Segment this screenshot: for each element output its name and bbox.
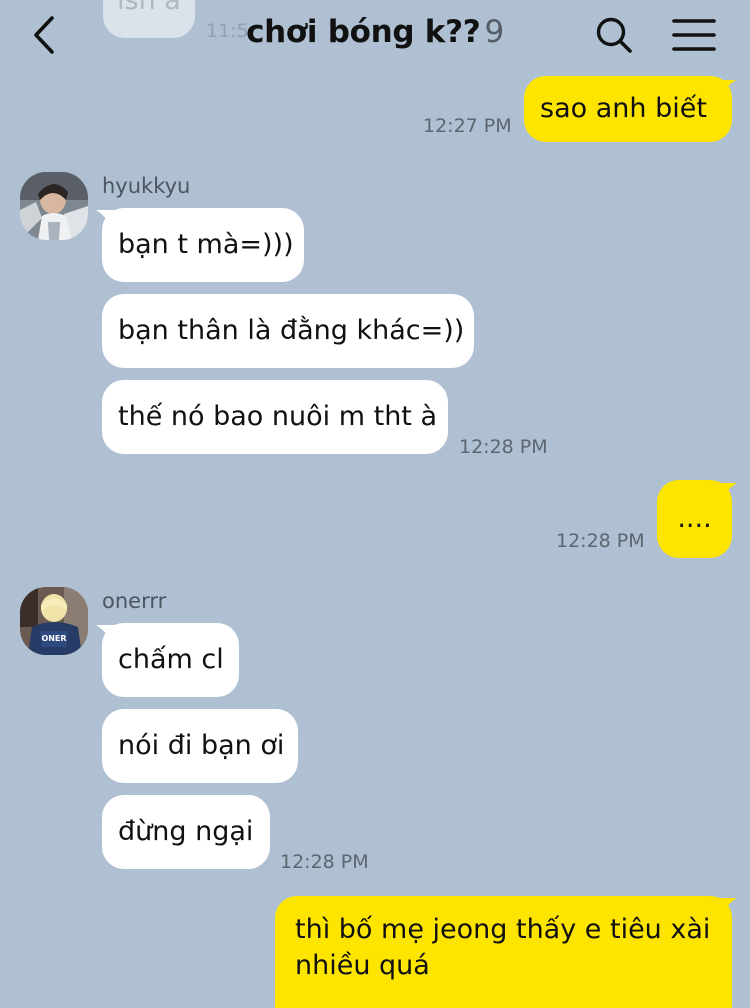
message-text: nói đi bạn ơi xyxy=(118,730,285,761)
message-text: sao anh biết xyxy=(540,93,707,124)
message-text: đừng ngại xyxy=(118,816,254,847)
message-text: .... xyxy=(677,503,712,534)
avatar-hyukkyu[interactable] xyxy=(20,172,88,240)
jersey-text: ONER xyxy=(41,634,66,643)
message-bubble-outgoing[interactable]: sao anh biết xyxy=(524,76,732,142)
sender-name: onerrr xyxy=(102,589,167,613)
message-bubble-incoming[interactable]: nói đi bạn ơi xyxy=(102,709,298,783)
chevron-left-icon xyxy=(34,16,54,54)
message-text: bạn thân là đằng khác=)) xyxy=(118,315,465,346)
message-bubble-incoming[interactable]: bạn thân là đằng khác=)) xyxy=(102,294,474,368)
menu-button[interactable] xyxy=(670,12,718,58)
message-time: 12:27 PM xyxy=(423,115,512,137)
message-time: 12:28 PM xyxy=(459,436,548,458)
message-text: bạn t mà=))) xyxy=(118,229,294,260)
avatar-photo: ONER xyxy=(20,587,88,655)
avatar-photo xyxy=(20,172,88,240)
message-text: thế nó bao nuôi m tht à xyxy=(118,401,438,432)
message-time: 12:28 PM xyxy=(280,851,369,873)
back-button[interactable] xyxy=(22,12,66,58)
message-text: thì bố mẹ jeong thấy e tiêu xài nhiều qu… xyxy=(295,914,711,981)
search-icon xyxy=(596,17,632,53)
search-button[interactable] xyxy=(592,12,636,58)
message-bubble-outgoing[interactable]: thì bố mẹ jeong thấy e tiêu xài nhiều qu… xyxy=(275,896,732,1008)
message-bubble-incoming[interactable]: chấm cl xyxy=(102,623,239,697)
avatar-onerrr[interactable]: ONER xyxy=(20,587,88,655)
chat-title: chơi bóng k?? 9 xyxy=(0,14,750,50)
chat-room-name[interactable]: chơi bóng k?? xyxy=(246,14,481,50)
hamburger-menu-icon xyxy=(672,19,716,51)
member-count[interactable]: 9 xyxy=(484,14,504,50)
message-text: chấm cl xyxy=(118,644,224,675)
message-bubble-outgoing[interactable]: .... xyxy=(657,480,732,558)
chat-screen: ïsh à 11:5 chơi bóng k?? 9 sao anh biết … xyxy=(0,0,750,1008)
message-bubble-incoming[interactable]: thế nó bao nuôi m tht à xyxy=(102,380,448,454)
message-bubble-incoming[interactable]: bạn t mà=))) xyxy=(102,208,304,282)
message-bubble-incoming[interactable]: đừng ngại xyxy=(102,795,270,869)
chat-header: chơi bóng k?? 9 xyxy=(0,0,750,72)
message-time: 12:28 PM xyxy=(556,530,645,552)
sender-name: hyukkyu xyxy=(102,174,191,198)
